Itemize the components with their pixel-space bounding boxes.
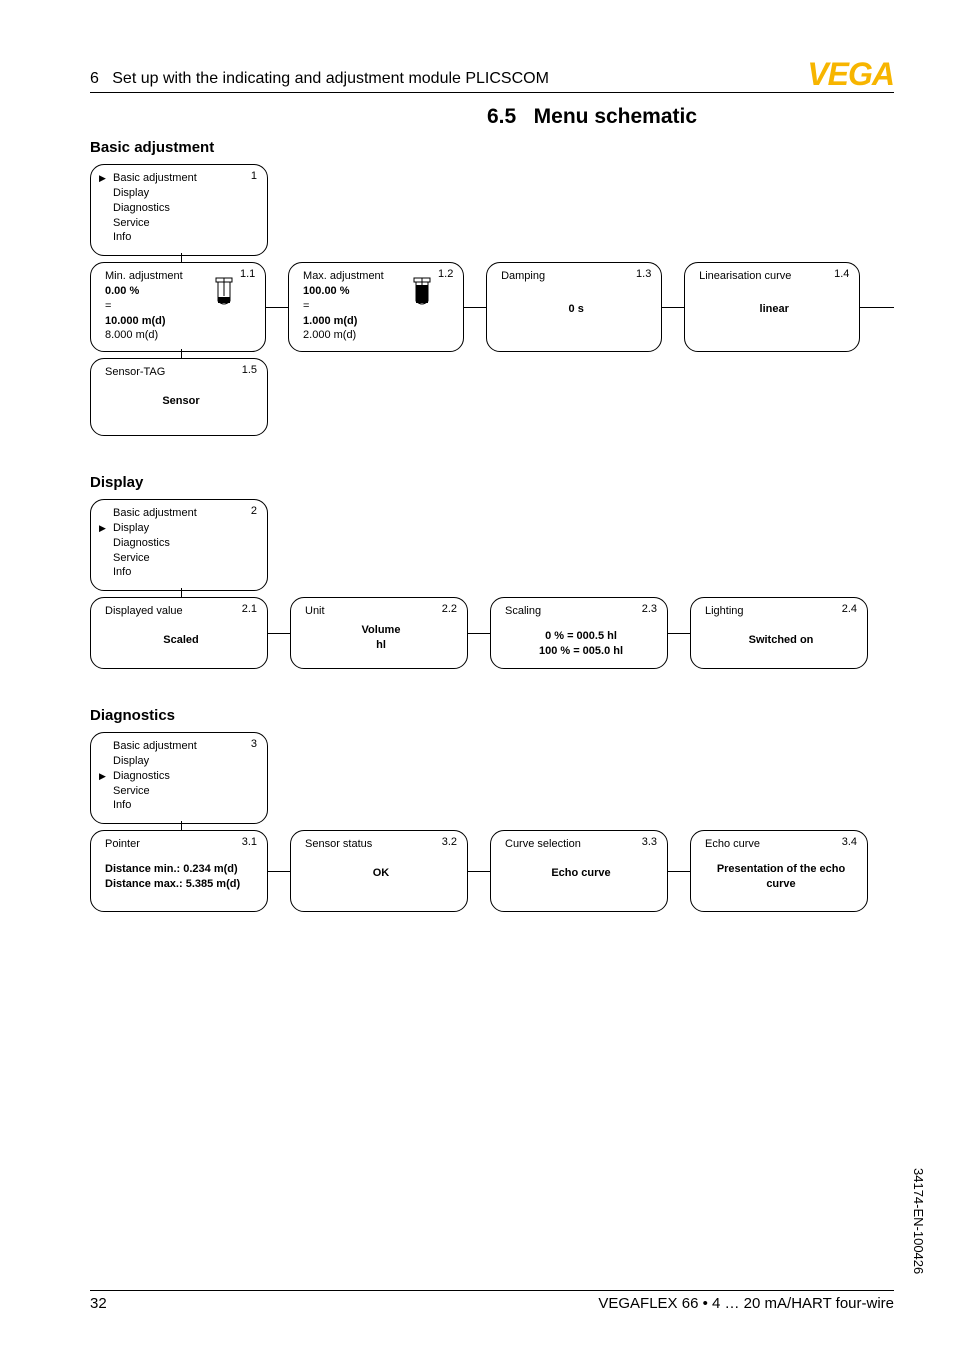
- node-line: Volume: [305, 623, 457, 638]
- menu-item: Display: [105, 521, 257, 536]
- node-displayed-value: 2.1 Displayed value Scaled: [90, 597, 268, 669]
- menu-basic: 1 Basic adjustment Display Diagnostics S…: [90, 164, 268, 256]
- node-line: hl: [305, 638, 457, 653]
- node-pointer: 3.1 Pointer Distance min.: 0.234 m(d) Di…: [90, 830, 268, 912]
- node-line: 10.000 m(d): [105, 314, 255, 329]
- node-value: Echo curve: [505, 866, 657, 881]
- node-curve-selection: 3.3 Curve selection Echo curve: [490, 830, 668, 912]
- node-line: 100 % = 005.0 hl: [505, 644, 657, 659]
- doc-code: 34174-EN-100426: [911, 1168, 926, 1274]
- menu-item: Info: [105, 565, 257, 580]
- node-line: Distance min.: 0.234 m(d): [105, 862, 257, 877]
- node-title: Pointer: [105, 837, 257, 852]
- node-min-adjustment: 1.1 Min. adjustment 0.00 % = 10.000 m(d)…: [90, 262, 266, 352]
- node-lighting: 2.4 Lighting Switched on: [690, 597, 868, 669]
- node-title: Unit: [305, 604, 457, 619]
- page-footer: 32 VEGAFLEX 66 • 4 … 20 mA/HART four-wir…: [90, 1290, 894, 1312]
- node-scaling: 2.3 Scaling 0 % = 000.5 hl 100 % = 005.0…: [490, 597, 668, 669]
- basic-heading: Basic adjustment: [90, 139, 894, 156]
- node-title: Linearisation curve: [699, 269, 849, 284]
- menu-item: Info: [105, 230, 257, 245]
- node-num: 3.2: [442, 835, 457, 850]
- page-number: 32: [90, 1295, 107, 1312]
- menu-item: Service: [105, 216, 257, 231]
- node-unit: 2.2 Unit Volume hl: [290, 597, 468, 669]
- menu-diagnostics: 3 Basic adjustment Display Diagnostics S…: [90, 732, 268, 824]
- tank-max-icon: [413, 277, 431, 305]
- node-echo-curve: 3.4 Echo curve Presentation of the echo …: [690, 830, 868, 912]
- menu-item: Service: [105, 551, 257, 566]
- node-line: 0 % = 000.5 hl: [505, 629, 657, 644]
- node-value: Presentation of the echo curve: [705, 862, 857, 892]
- tank-min-icon: [215, 277, 233, 305]
- menu-item: Diagnostics: [105, 201, 257, 216]
- menu-display: 2 Basic adjustment Display Diagnostics S…: [90, 499, 268, 591]
- node-title: Sensor status: [305, 837, 457, 852]
- node-num: 1.2: [438, 267, 453, 282]
- node-value: linear: [699, 302, 849, 317]
- node-title: Damping: [501, 269, 651, 284]
- node-value: Sensor: [105, 394, 257, 409]
- vega-logo: VEGA: [807, 56, 894, 93]
- node-value: OK: [305, 866, 457, 881]
- menu-item: Basic adjustment: [105, 171, 257, 186]
- node-sensor-status: 3.2 Sensor status OK: [290, 830, 468, 912]
- node-value: Scaled: [105, 633, 257, 648]
- product-line: VEGAFLEX 66 • 4 … 20 mA/HART four-wire: [598, 1295, 894, 1312]
- node-num: 3.4: [842, 835, 857, 850]
- node-max-adjustment: 1.2 Max. adjustment 100.00 % = 1.000 m(d…: [288, 262, 464, 352]
- node-linearisation: 1.4 Linearisation curve linear: [684, 262, 860, 352]
- menu-item: Display: [105, 186, 257, 201]
- node-num: 2.2: [442, 602, 457, 617]
- node-value: Switched on: [705, 633, 857, 648]
- node-num: 1.3: [636, 267, 651, 282]
- node-line: 1.000 m(d): [303, 314, 453, 329]
- node-title: Lighting: [705, 604, 857, 619]
- node-num: 1.1: [240, 267, 255, 282]
- node-damping: 1.3 Damping 0 s: [486, 262, 662, 352]
- node-title: Echo curve: [705, 837, 857, 852]
- node-line: 8.000 m(d): [105, 328, 255, 343]
- menu-item: Info: [105, 798, 257, 813]
- node-title: Scaling: [505, 604, 657, 619]
- menu-item: Service: [105, 784, 257, 799]
- node-title: Sensor-TAG: [105, 365, 257, 380]
- menu-item: Display: [105, 754, 257, 769]
- node-num: 2.3: [642, 602, 657, 617]
- node-num: 2.1: [242, 602, 257, 617]
- chapter-number: 6: [90, 70, 99, 87]
- logo-text: VEGA: [807, 56, 894, 93]
- menu-item: Basic adjustment: [105, 739, 257, 754]
- menu-item: Diagnostics: [105, 769, 257, 784]
- node-num: 3.1: [242, 835, 257, 850]
- node-num: 3.3: [642, 835, 657, 850]
- chapter-title: Set up with the indicating and adjustmen…: [112, 70, 549, 87]
- menu-item: Diagnostics: [105, 536, 257, 551]
- section-title: 6.5 Menu schematic: [290, 105, 894, 129]
- node-num: 2.4: [842, 602, 857, 617]
- node-sensor-tag: 1.5 Sensor-TAG Sensor: [90, 358, 268, 436]
- node-value: 0 s: [501, 302, 651, 317]
- display-heading: Display: [90, 474, 894, 491]
- node-num: 1.4: [834, 267, 849, 282]
- menu-item: Basic adjustment: [105, 506, 257, 521]
- node-title: Displayed value: [105, 604, 257, 619]
- node-line: Distance max.: 5.385 m(d): [105, 877, 257, 892]
- section-heading: Menu schematic: [534, 105, 697, 128]
- diagnostics-heading: Diagnostics: [90, 707, 894, 724]
- page-header: 6 Set up with the indicating and adjustm…: [90, 70, 894, 93]
- node-line: 2.000 m(d): [303, 328, 453, 343]
- node-num: 1.5: [242, 363, 257, 378]
- section-number: 6.5: [487, 105, 516, 128]
- node-title: Curve selection: [505, 837, 657, 852]
